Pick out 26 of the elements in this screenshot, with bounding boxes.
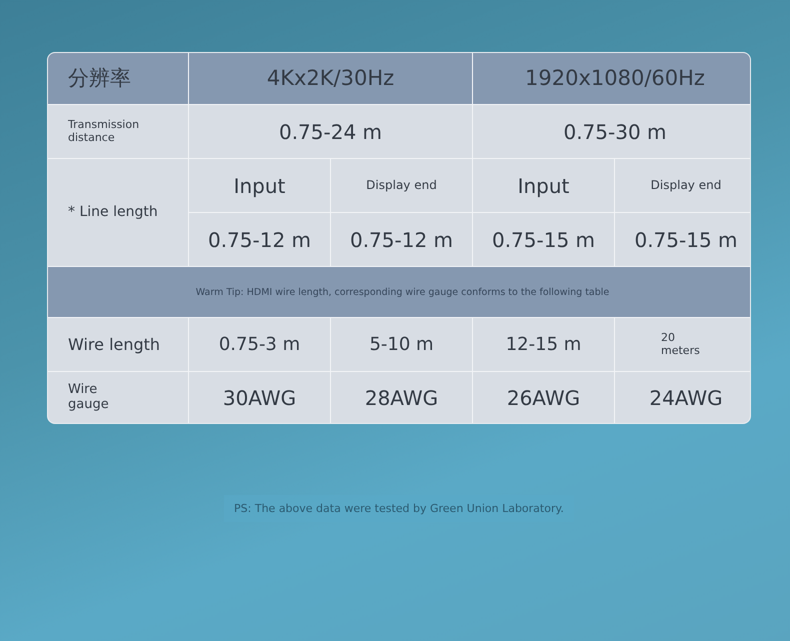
table-cell: Input (473, 159, 614, 212)
row-label: Wire length (48, 318, 188, 371)
table-cell: 28AWG (331, 372, 472, 423)
tip-text: Warm Tip: HDMI wire length, corresponding wire gauge conforms to the following table (48, 267, 750, 317)
table-cell: 0.75-15 m (615, 213, 750, 266)
row-label: Transmission distance (48, 105, 188, 158)
table-cell: 24AWG (615, 372, 750, 423)
table-cell: 0.75-15 m (473, 213, 614, 266)
table-header: 4Kx2K/30Hz (189, 53, 472, 104)
table-cell: 26AWG (473, 372, 614, 423)
table-cell: 12-15 m (473, 318, 614, 371)
table-cell: Display end (331, 159, 472, 212)
table-cell: 20 meters (615, 318, 750, 371)
table-cell: 0.75-12 m (189, 213, 330, 266)
table-cell: Display end (615, 159, 750, 212)
table-cell: 30AWG (189, 372, 330, 423)
table-header: 分辨率 (48, 53, 188, 104)
table-header: 1920x1080/60Hz (473, 53, 750, 104)
table-cell: Input (189, 159, 330, 212)
row-label: Wire gauge (48, 372, 188, 423)
table-cell: 0.75-24 m (189, 105, 472, 158)
table-cell: 0.75-12 m (331, 213, 472, 266)
table-cell: 0.75-3 m (189, 318, 330, 371)
table-cell: 5-10 m (331, 318, 472, 371)
table-cell: 0.75-30 m (473, 105, 750, 158)
row-label: * Line length (48, 159, 188, 266)
